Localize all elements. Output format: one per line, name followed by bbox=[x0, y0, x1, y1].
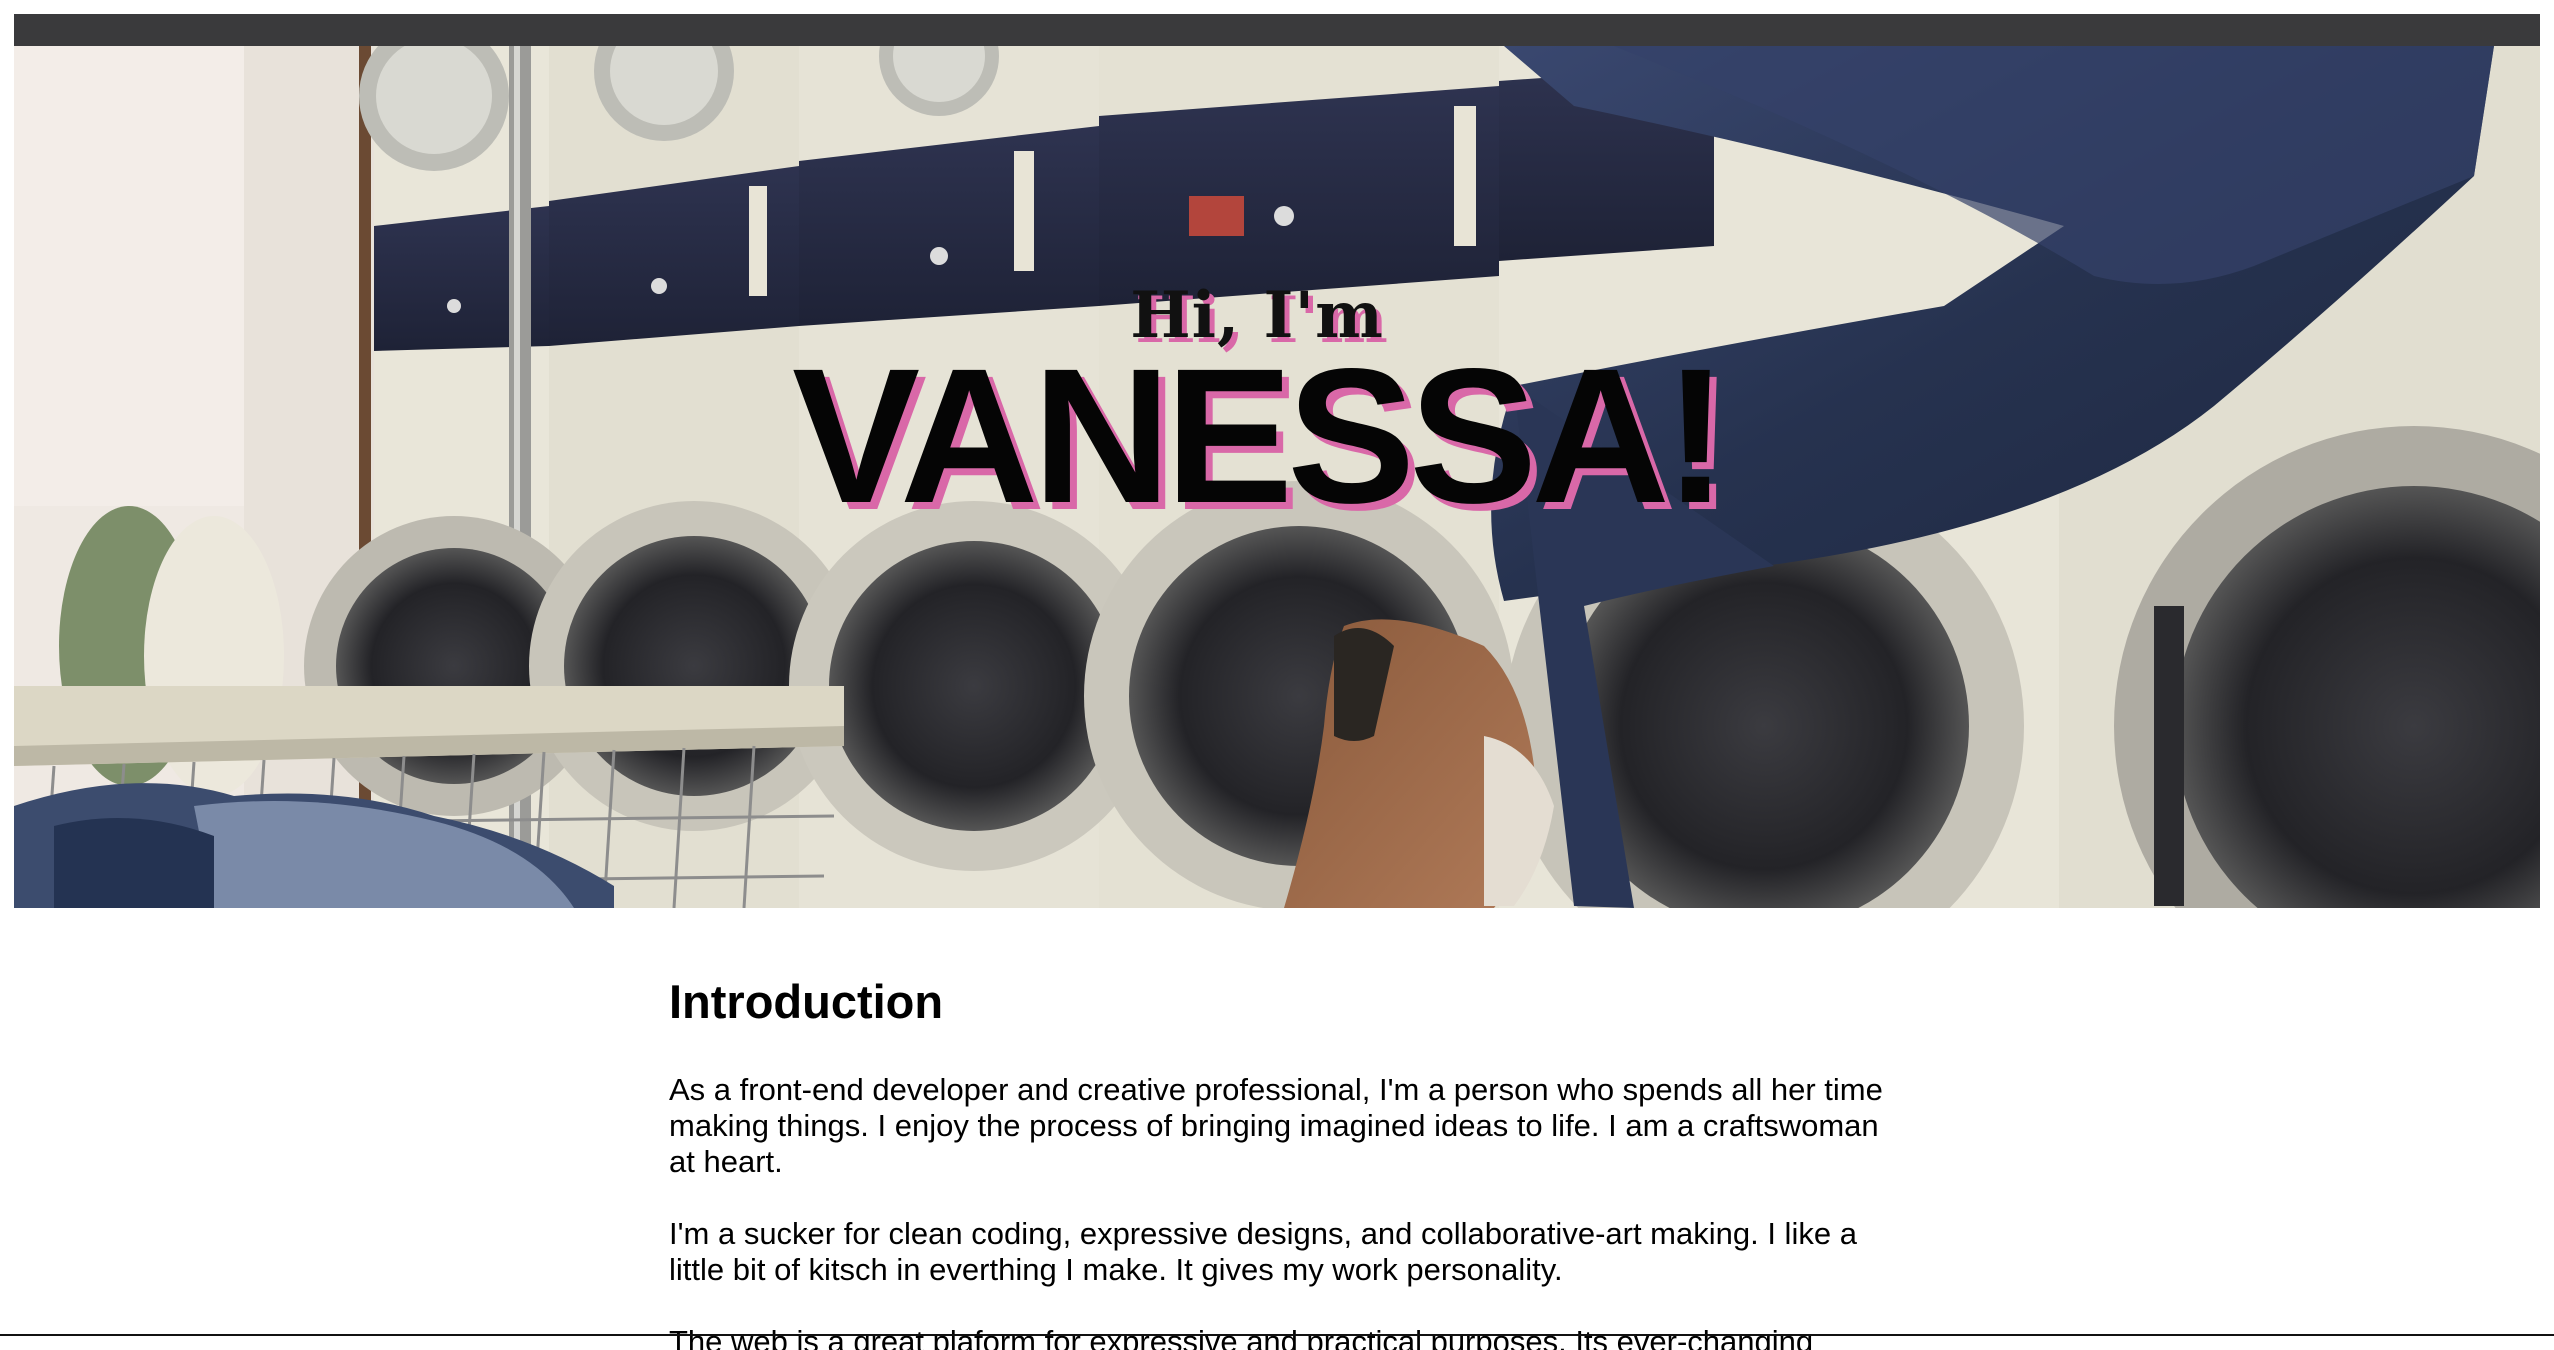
hero-name: VANESSA! bbox=[792, 328, 1728, 543]
intro-heading: Introduction bbox=[669, 975, 944, 1028]
hero-title: Hi, I'm VANESSA! bbox=[14, 281, 2540, 543]
page-frame: Hi, I'm VANESSA! Introduction As a front… bbox=[14, 14, 2540, 1350]
intro-paragraph: The web is a great plaform for expressiv… bbox=[669, 1324, 1814, 1350]
intro-paragraph: As a front-end developer and creative pr… bbox=[669, 1072, 1883, 1179]
top-bar bbox=[14, 14, 2540, 46]
intro-section: Introduction As a front-end developer an… bbox=[669, 972, 1909, 1350]
hero-banner: Hi, I'm VANESSA! bbox=[14, 46, 2540, 908]
viewport-bottom-edge bbox=[0, 1334, 2554, 1336]
intro-paragraph: I'm a sucker for clean coding, expressiv… bbox=[669, 1216, 1857, 1287]
